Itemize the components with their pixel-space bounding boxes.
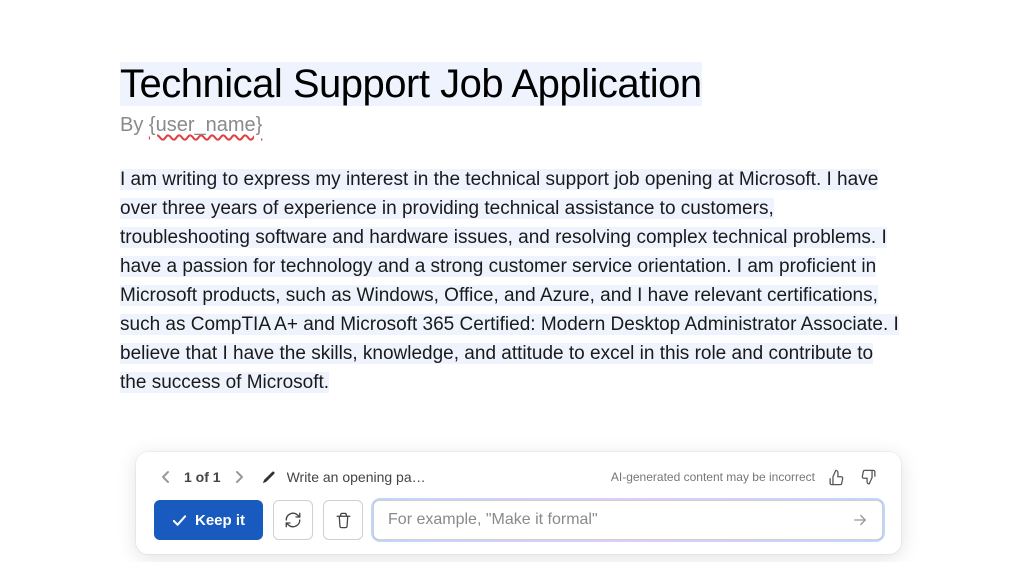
byline-variable: {user_name} — [149, 114, 262, 136]
ai-toolbar-top-row: 1 of 1 Write an opening pa… AI-generated… — [154, 466, 883, 500]
ai-disclaimer: AI-generated content may be incorrect — [611, 470, 815, 484]
suggestion-count: 1 of 1 — [184, 469, 221, 485]
delete-button[interactable] — [323, 500, 363, 540]
keep-button-label: Keep it — [195, 512, 245, 529]
trash-icon — [335, 512, 352, 529]
prompt-input[interactable] — [388, 511, 848, 529]
check-icon — [172, 513, 187, 528]
arrow-right-icon — [851, 511, 869, 529]
byline-prefix: By — [120, 114, 149, 136]
document-body: I am writing to express my interest in t… — [120, 165, 903, 398]
prompt-summary: Write an opening pa… — [287, 469, 426, 485]
send-button[interactable] — [848, 508, 872, 532]
pencil-icon — [261, 469, 277, 485]
document-page: Technical Support Job Application By {us… — [0, 0, 1023, 398]
thumbs-down-button[interactable] — [857, 466, 879, 488]
next-suggestion-button[interactable] — [231, 469, 247, 485]
keep-button[interactable]: Keep it — [154, 500, 263, 540]
prompt-input-container[interactable] — [373, 500, 883, 540]
thumbs-up-button[interactable] — [825, 466, 847, 488]
refresh-icon — [284, 511, 302, 529]
ai-toolbar-bottom-row: Keep it — [154, 500, 883, 540]
document-title: Technical Support Job Application — [120, 60, 903, 108]
ai-suggestion-toolbar: 1 of 1 Write an opening pa… AI-generated… — [136, 452, 901, 554]
document-byline: By {user_name} — [120, 114, 903, 137]
prev-suggestion-button[interactable] — [158, 469, 174, 485]
regenerate-button[interactable] — [273, 500, 313, 540]
